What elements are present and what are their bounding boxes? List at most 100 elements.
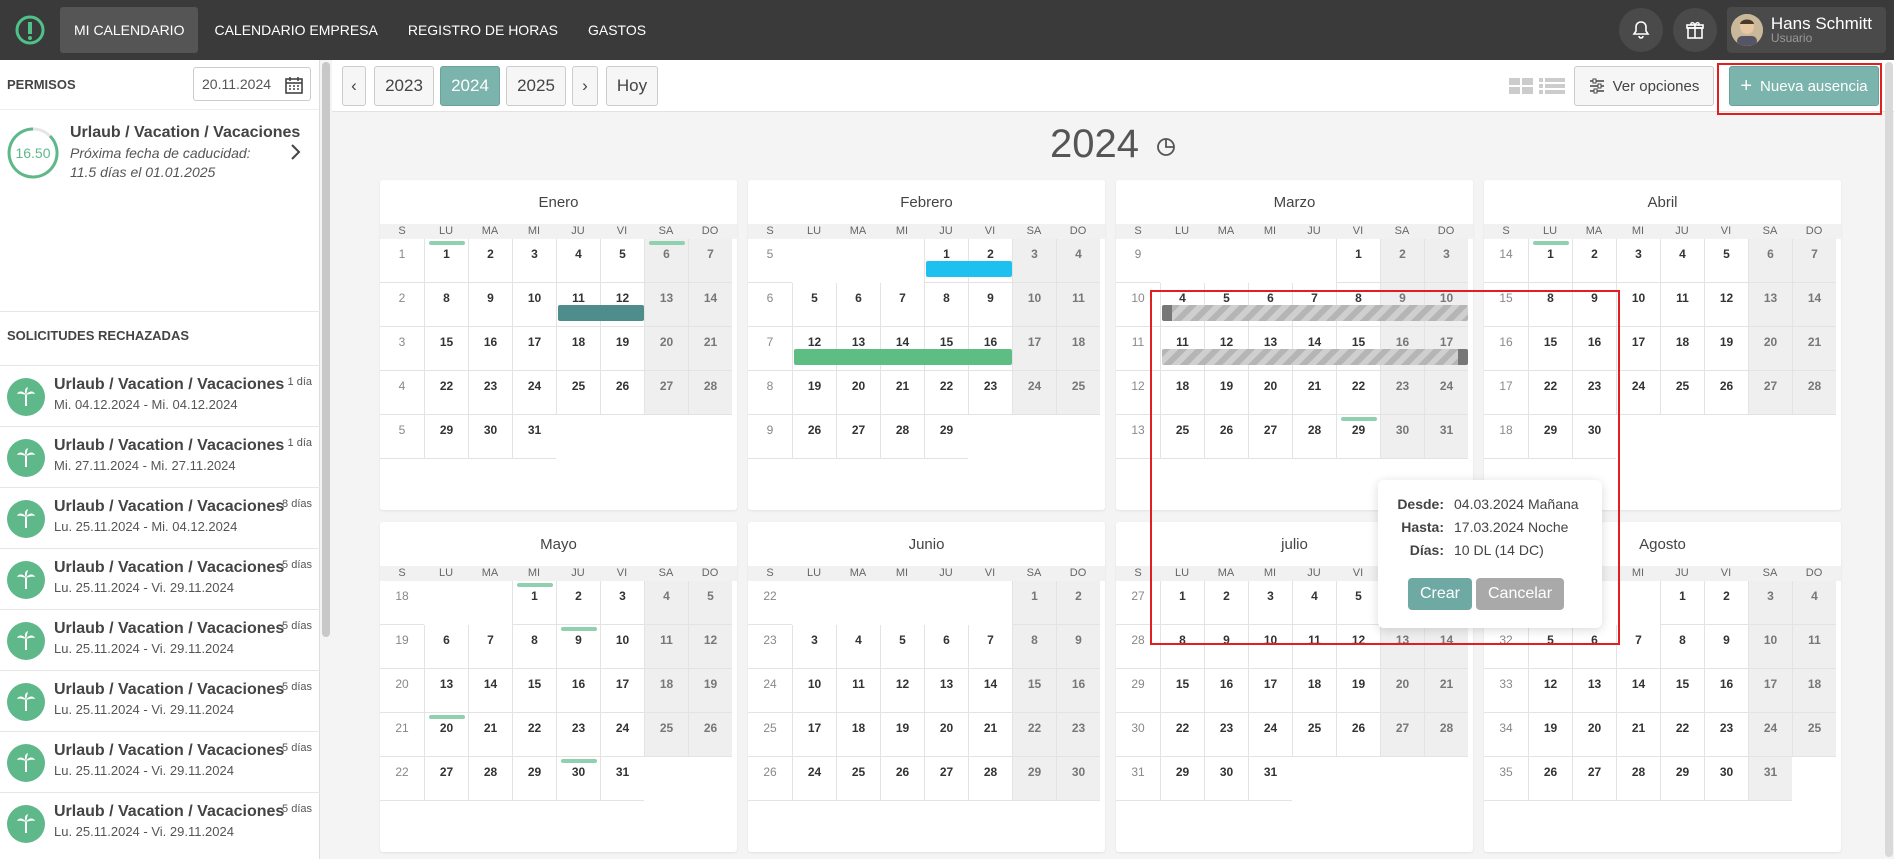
day-cell[interactable]: 24	[512, 371, 556, 415]
day-cell[interactable]: 28	[468, 757, 512, 801]
day-cell[interactable]: 18	[1660, 327, 1704, 371]
day-cell[interactable]: 24	[1012, 371, 1056, 415]
day-cell[interactable]: 15	[424, 327, 468, 371]
day-cell[interactable]: 10	[1616, 283, 1660, 327]
day-cell[interactable]: 10	[600, 625, 644, 669]
day-cell[interactable]: 25	[556, 371, 600, 415]
day-cell[interactable]: 8	[424, 283, 468, 327]
day-cell[interactable]: 26	[792, 415, 836, 459]
day-cell[interactable]: 30	[556, 757, 600, 801]
day-cell[interactable]: 1	[1660, 581, 1704, 625]
day-cell[interactable]: 16	[1704, 669, 1748, 713]
day-cell[interactable]: 12	[688, 625, 732, 669]
day-cell[interactable]: 29	[512, 757, 556, 801]
day-cell[interactable]: 23	[468, 371, 512, 415]
day-cell[interactable]: 18	[1056, 327, 1100, 371]
day-cell[interactable]: 23	[1204, 713, 1248, 757]
day-cell[interactable]: 2	[1572, 239, 1616, 283]
day-cell[interactable]: 22	[424, 371, 468, 415]
day-cell[interactable]: 29	[424, 415, 468, 459]
day-cell[interactable]: 18	[1792, 669, 1836, 713]
day-cell[interactable]: 2	[556, 581, 600, 625]
day-cell[interactable]: 31	[512, 415, 556, 459]
day-cell[interactable]: 12	[1704, 283, 1748, 327]
day-cell[interactable]: 22	[1012, 713, 1056, 757]
day-cell[interactable]: 24	[600, 713, 644, 757]
day-cell[interactable]: 1	[424, 239, 468, 283]
day-cell[interactable]: 9	[968, 283, 1012, 327]
day-cell[interactable]: 27	[836, 415, 880, 459]
day-cell[interactable]: 18	[836, 713, 880, 757]
day-cell[interactable]: 11	[1660, 283, 1704, 327]
day-cell[interactable]: 8	[512, 625, 556, 669]
day-cell[interactable]: 4	[1056, 239, 1100, 283]
day-cell[interactable]: 13	[1748, 283, 1792, 327]
day-cell[interactable]: 25	[1292, 713, 1336, 757]
day-cell[interactable]: 17	[1012, 327, 1056, 371]
day-cell[interactable]: 26	[1336, 713, 1380, 757]
day-cell[interactable]: 16	[1204, 669, 1248, 713]
absence-bar[interactable]	[558, 305, 644, 321]
day-cell[interactable]: 1	[512, 581, 556, 625]
day-cell[interactable]: 19	[792, 371, 836, 415]
day-cell[interactable]: 23	[968, 371, 1012, 415]
pie-chart-icon[interactable]	[1156, 137, 1176, 157]
nav-registro-horas[interactable]: REGISTRO DE HORAS	[394, 7, 572, 53]
day-cell[interactable]: 16	[468, 327, 512, 371]
prev-year-button[interactable]: ‹	[342, 66, 366, 106]
day-cell[interactable]: 10	[792, 669, 836, 713]
day-cell[interactable]: 19	[1704, 327, 1748, 371]
day-cell[interactable]: 12	[880, 669, 924, 713]
day-cell[interactable]: 11	[1792, 625, 1836, 669]
day-cell[interactable]: 5	[880, 625, 924, 669]
calendar-icon[interactable]	[284, 75, 304, 95]
request-item[interactable]: Urlaub / Vacation / Vacaciones Mi. 04.12.…	[0, 365, 320, 426]
day-cell[interactable]: 3	[1424, 239, 1468, 283]
day-cell[interactable]: 6	[644, 239, 688, 283]
day-cell[interactable]: 19	[688, 669, 732, 713]
day-cell[interactable]: 11	[836, 669, 880, 713]
day-cell[interactable]: 29	[924, 415, 968, 459]
day-cell[interactable]: 19	[880, 713, 924, 757]
day-cell[interactable]: 26	[1528, 757, 1572, 801]
day-cell[interactable]: 25	[836, 757, 880, 801]
day-cell[interactable]: 31	[1748, 757, 1792, 801]
day-cell[interactable]: 9	[1704, 625, 1748, 669]
day-cell[interactable]: 24	[1748, 713, 1792, 757]
day-cell[interactable]: 15	[512, 669, 556, 713]
day-cell[interactable]: 6	[1748, 239, 1792, 283]
day-cell[interactable]: 3	[792, 625, 836, 669]
day-cell[interactable]: 13	[924, 669, 968, 713]
day-cell[interactable]: 5	[600, 239, 644, 283]
day-cell[interactable]: 26	[600, 371, 644, 415]
day-cell[interactable]: 3	[1748, 581, 1792, 625]
year-2023-button[interactable]: 2023	[374, 66, 434, 106]
day-cell[interactable]: 17	[512, 327, 556, 371]
day-cell[interactable]: 7	[688, 239, 732, 283]
day-cell[interactable]: 30	[468, 415, 512, 459]
main-scrollbar[interactable]	[1885, 62, 1893, 857]
day-cell[interactable]: 3	[1616, 239, 1660, 283]
day-cell[interactable]: 25	[644, 713, 688, 757]
day-cell[interactable]: 7	[468, 625, 512, 669]
day-cell[interactable]: 21	[880, 371, 924, 415]
day-cell[interactable]: 27	[1572, 757, 1616, 801]
day-cell[interactable]: 24	[792, 757, 836, 801]
day-cell[interactable]: 22	[1160, 713, 1204, 757]
day-cell[interactable]: 7	[968, 625, 1012, 669]
day-cell[interactable]: 19	[600, 327, 644, 371]
day-cell[interactable]: 8	[1660, 625, 1704, 669]
day-cell[interactable]: 3	[600, 581, 644, 625]
day-cell[interactable]: 4	[836, 625, 880, 669]
day-cell[interactable]: 2	[468, 239, 512, 283]
day-cell[interactable]: 5	[792, 283, 836, 327]
day-cell[interactable]: 7	[880, 283, 924, 327]
day-cell[interactable]: 2	[1380, 239, 1424, 283]
year-2025-button[interactable]: 2025	[506, 66, 566, 106]
day-cell[interactable]: 12	[1528, 669, 1572, 713]
day-cell[interactable]: 25	[1056, 371, 1100, 415]
nav-gastos[interactable]: GASTOS	[574, 7, 660, 53]
day-cell[interactable]: 16	[1056, 669, 1100, 713]
year-2024-button[interactable]: 2024	[440, 66, 500, 106]
day-cell[interactable]: 20	[644, 327, 688, 371]
